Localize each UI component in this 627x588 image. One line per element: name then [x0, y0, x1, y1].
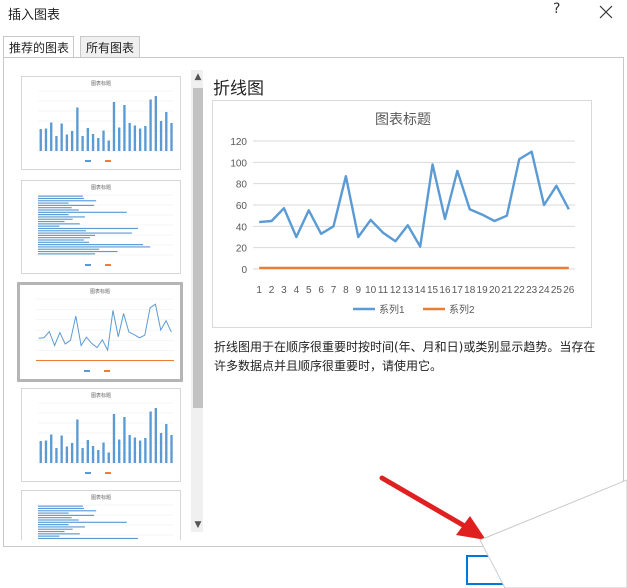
- page-curl-decoration: [479, 479, 627, 588]
